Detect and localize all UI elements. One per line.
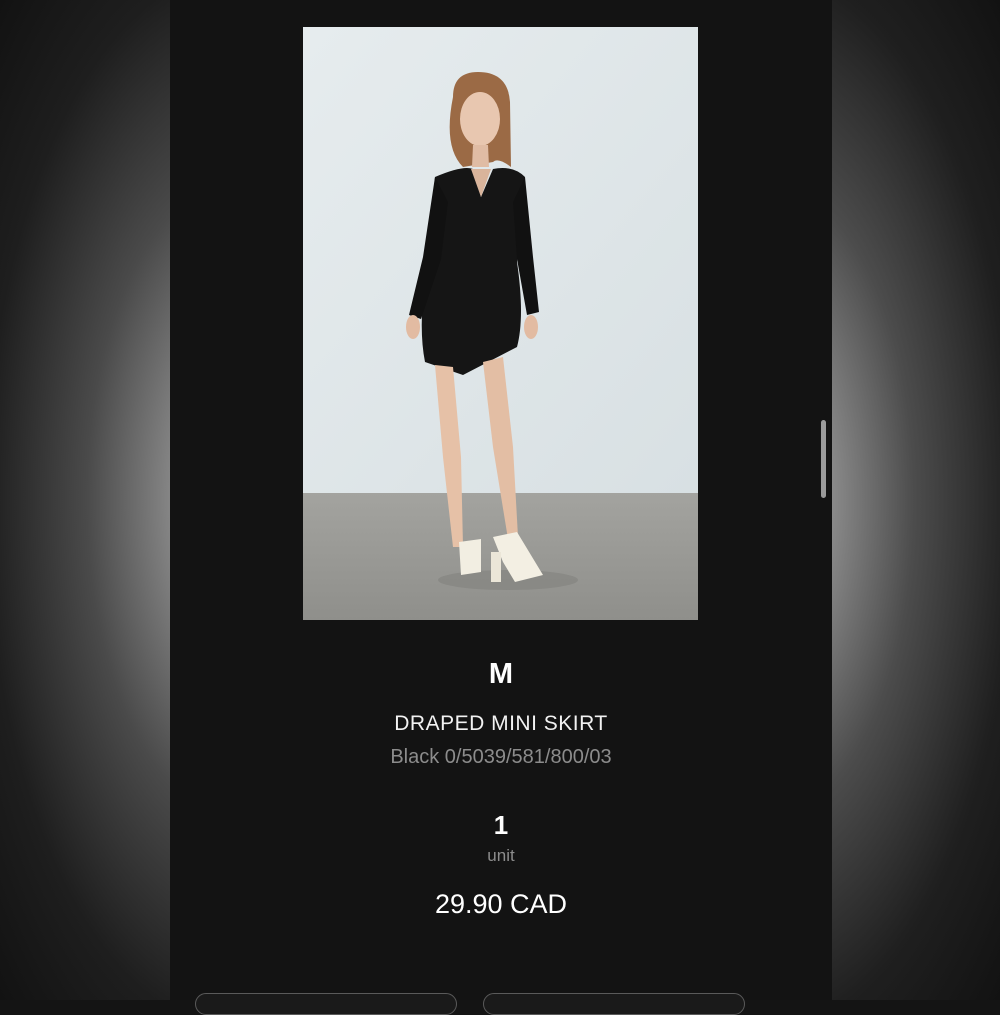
quantity-unit-label: unit	[487, 846, 515, 865]
product-image[interactable]	[303, 27, 698, 620]
product-name: DRAPED MINI SKIRT	[394, 712, 608, 735]
blurred-backdrop-left	[0, 0, 170, 1000]
price-label: 29.90 CAD	[434, 889, 568, 919]
blurred-backdrop-right	[832, 0, 1000, 1000]
bottom-action-button-right[interactable]	[483, 993, 745, 1015]
scrollbar-thumb[interactable]	[821, 420, 826, 498]
size-label: M	[488, 658, 514, 690]
order-item-screen: M DRAPED MINI SKIRT Black 0/5039/581/800…	[170, 0, 832, 1015]
bottom-action-button-left[interactable]	[195, 993, 457, 1015]
quantity-value: 1	[493, 810, 509, 840]
product-color-reference: Black 0/5039/581/800/03	[390, 746, 612, 768]
